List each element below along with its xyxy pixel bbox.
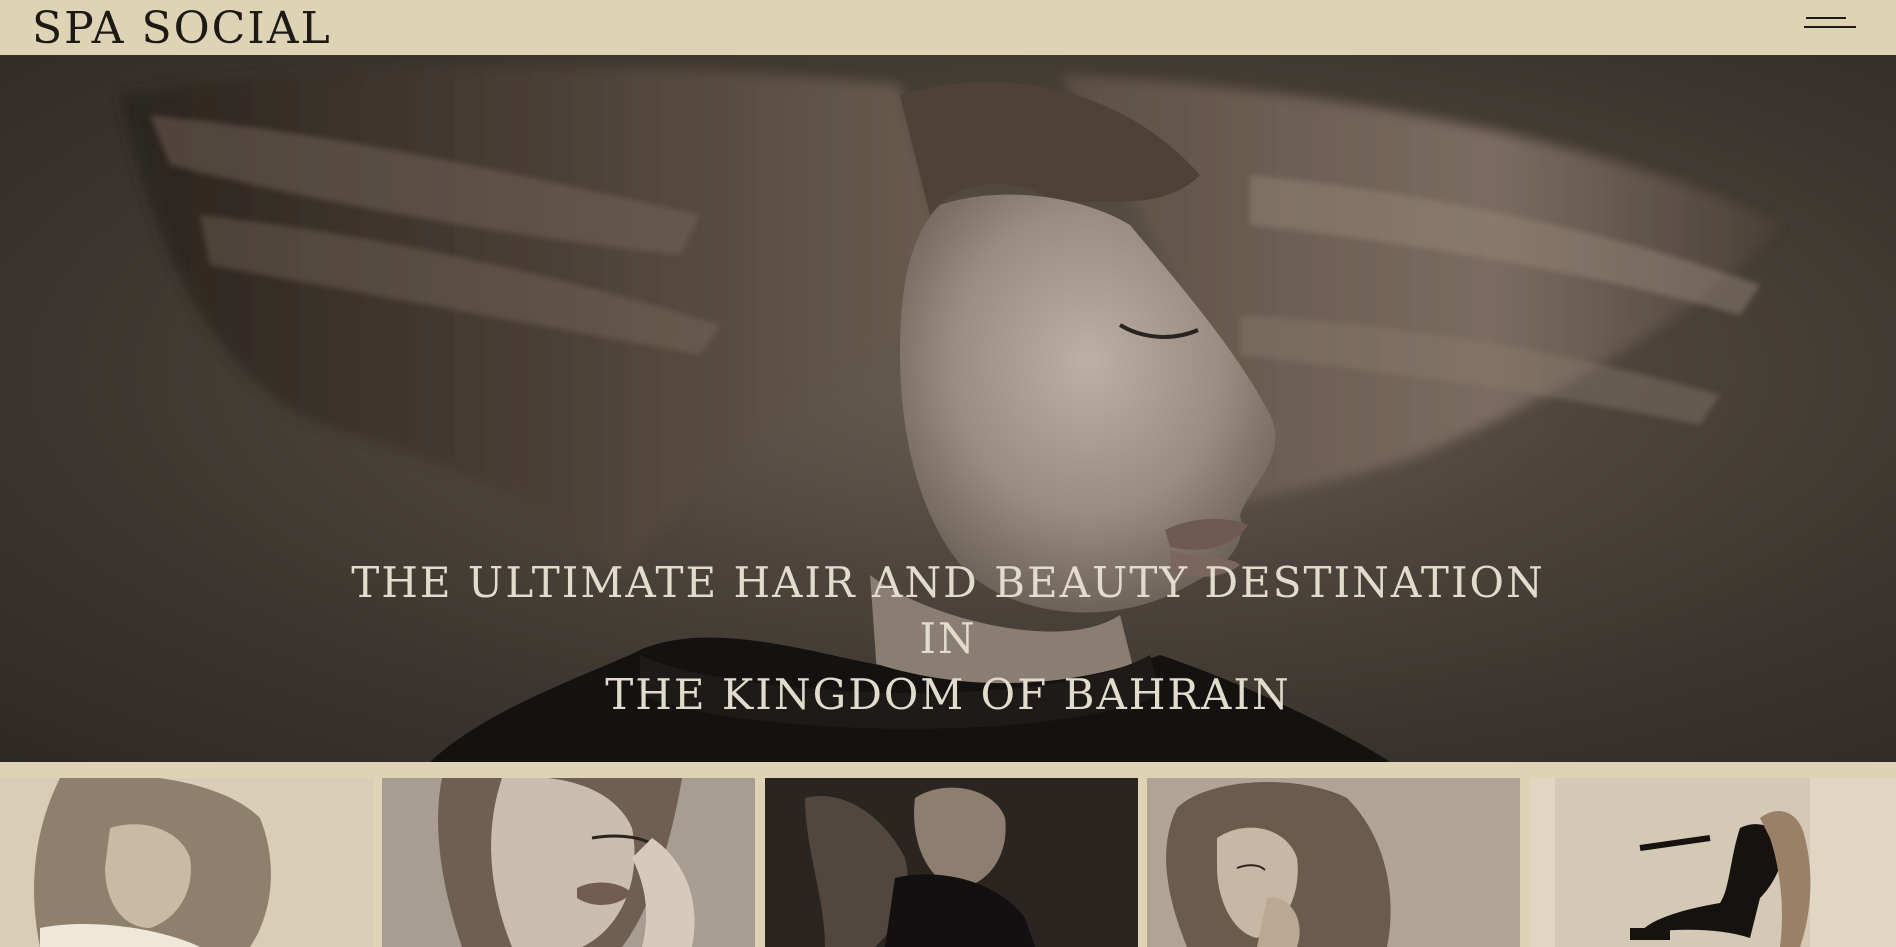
hero-headline-line-2: THE KINGDOM OF BAHRAIN bbox=[605, 670, 1291, 719]
brand-logo[interactable]: SPA SOCIAL bbox=[32, 6, 332, 51]
gallery-item-3[interactable] bbox=[765, 778, 1138, 947]
site-header: SPA SOCIAL bbox=[0, 0, 1896, 55]
gallery-item-5[interactable] bbox=[1530, 778, 1896, 947]
hero-headline: THE ULTIMATE HAIR AND BEAUTY DESTINATION… bbox=[348, 555, 1548, 723]
gallery-image-5 bbox=[1530, 778, 1896, 947]
gallery-item-2[interactable] bbox=[382, 778, 755, 947]
gallery-item-4[interactable] bbox=[1147, 778, 1520, 947]
menu-line-top bbox=[1806, 17, 1846, 19]
gallery-item-1[interactable] bbox=[0, 778, 373, 947]
menu-line-bottom bbox=[1804, 26, 1856, 28]
gallery-image-1 bbox=[0, 778, 373, 947]
hero-banner: THE ULTIMATE HAIR AND BEAUTY DESTINATION… bbox=[0, 55, 1896, 762]
gallery-image-3 bbox=[765, 778, 1138, 947]
gallery-image-2 bbox=[382, 778, 755, 947]
gallery-strip bbox=[0, 778, 1896, 947]
hamburger-menu-icon[interactable] bbox=[1804, 15, 1856, 31]
hero-headline-line-1: THE ULTIMATE HAIR AND BEAUTY DESTINATION… bbox=[351, 558, 1545, 663]
gallery-image-4 bbox=[1147, 778, 1520, 947]
